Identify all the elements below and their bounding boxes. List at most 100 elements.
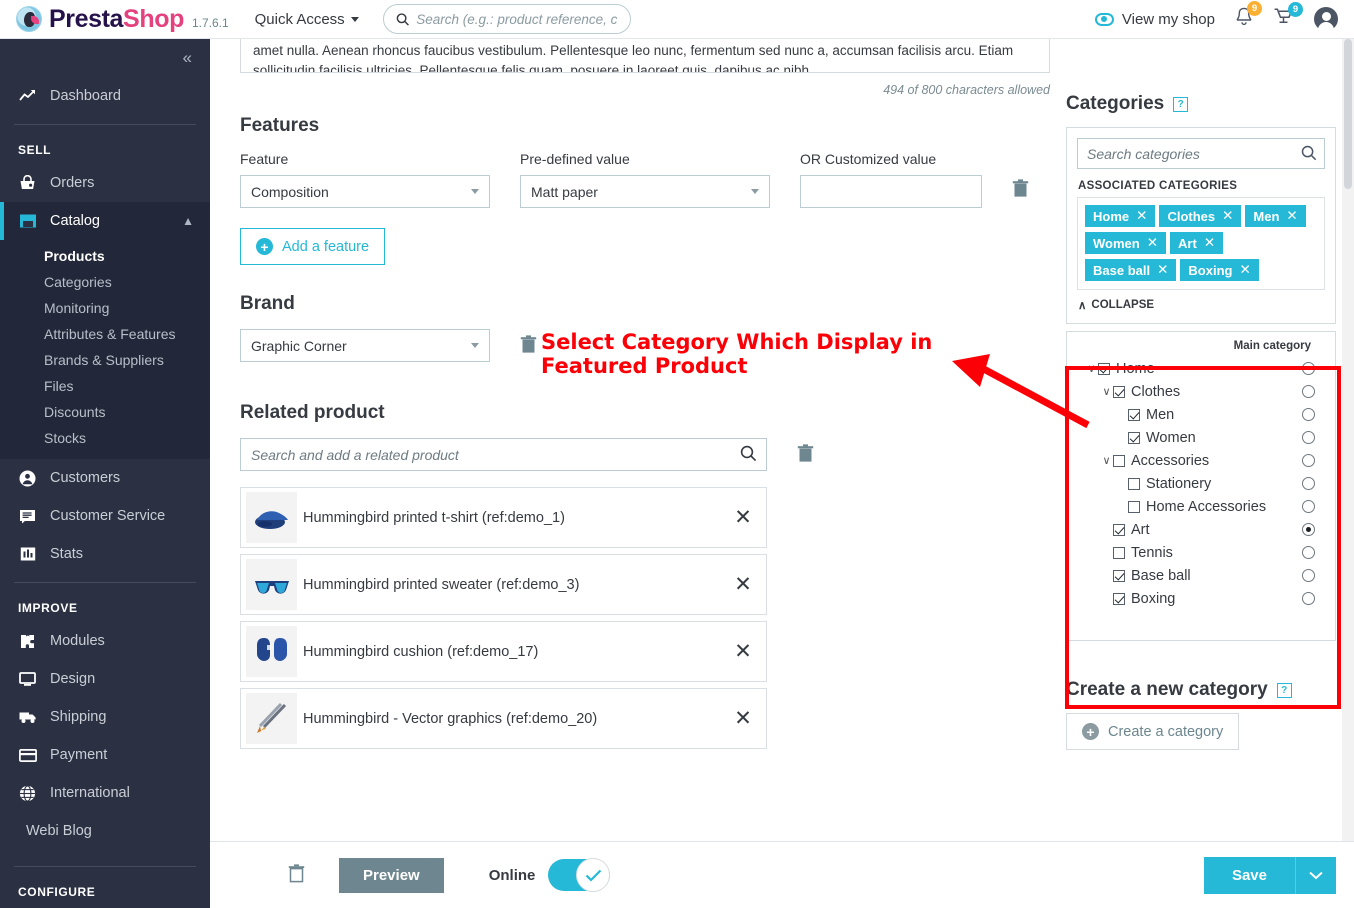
main-category-radio[interactable]: [1302, 362, 1315, 375]
customized-value-input[interactable]: [800, 175, 982, 208]
notifications-bell[interactable]: 9: [1234, 1, 1262, 32]
sidebar-item-files[interactable]: Files: [0, 373, 210, 399]
remove-tag-icon[interactable]: ✕: [1222, 208, 1233, 224]
category-checkbox[interactable]: [1113, 523, 1125, 536]
help-icon[interactable]: ?: [1173, 96, 1189, 112]
main-category-radio[interactable]: [1302, 592, 1315, 605]
cart-notifications[interactable]: 9: [1273, 1, 1303, 32]
help-icon[interactable]: ?: [1276, 682, 1292, 698]
delete-feature-button[interactable]: [1012, 179, 1032, 201]
main-category-radio[interactable]: [1302, 569, 1315, 582]
category-tree-row[interactable]: Base ball: [1067, 564, 1335, 587]
delete-related-products-button[interactable]: [797, 443, 817, 466]
sidebar-item-brands-suppliers[interactable]: Brands & Suppliers: [0, 347, 210, 373]
view-my-shop-link[interactable]: View my shop: [1094, 11, 1215, 28]
category-checkbox[interactable]: [1128, 500, 1140, 513]
sidebar-item-payment[interactable]: Payment: [0, 736, 210, 774]
sidebar-item-monitoring[interactable]: Monitoring: [0, 295, 210, 321]
remove-tag-icon[interactable]: ✕: [1157, 262, 1168, 278]
category-checkbox[interactable]: [1128, 477, 1140, 490]
category-checkbox[interactable]: [1113, 569, 1125, 582]
remove-tag-icon[interactable]: ✕: [1204, 235, 1215, 251]
predefined-select[interactable]: Matt paper: [520, 175, 770, 208]
remove-related-product-button[interactable]: ✕: [720, 505, 766, 530]
related-product-row[interactable]: Hummingbird printed t-shirt (ref:demo_1)…: [240, 487, 767, 548]
related-product-row[interactable]: Hummingbird cushion (ref:demo_17) ✕: [240, 621, 767, 682]
sidebar-item-customer-service[interactable]: Customer Service: [0, 497, 210, 535]
related-product-row[interactable]: Hummingbird printed sweater (ref:demo_3)…: [240, 554, 767, 615]
sidebar-item-categories[interactable]: Categories: [0, 269, 210, 295]
sidebar-item-discounts[interactable]: Discounts: [0, 399, 210, 425]
save-dropdown-button[interactable]: [1295, 856, 1336, 894]
remove-tag-icon[interactable]: ✕: [1136, 208, 1147, 224]
sidebar-item-shipping[interactable]: Shipping: [0, 698, 210, 736]
sidebar-item-attributes-features[interactable]: Attributes & Features: [0, 321, 210, 347]
category-tag[interactable]: Base ball ✕: [1085, 259, 1177, 281]
search-input[interactable]: [416, 11, 618, 27]
description-textarea[interactable]: amet nulla. Aenean rhoncus faucibus vest…: [240, 39, 1050, 73]
category-tree-row[interactable]: Home Accessories: [1067, 495, 1335, 518]
save-button[interactable]: Save: [1203, 856, 1295, 894]
category-tag[interactable]: Home ✕: [1085, 205, 1156, 227]
remove-related-product-button[interactable]: ✕: [720, 572, 766, 597]
sidebar-item-stats[interactable]: Stats: [0, 535, 210, 573]
category-checkbox[interactable]: [1098, 362, 1110, 375]
remove-tag-icon[interactable]: ✕: [1239, 262, 1250, 278]
category-tag[interactable]: Art ✕: [1170, 232, 1224, 254]
tree-toggle-chevron-icon[interactable]: ∨: [1100, 454, 1113, 467]
category-tag[interactable]: Boxing ✕: [1180, 259, 1259, 281]
sidebar-item-stocks[interactable]: Stocks: [0, 425, 210, 451]
page-scrollbar[interactable]: [1342, 39, 1354, 908]
category-tag[interactable]: Clothes ✕: [1159, 205, 1242, 227]
create-category-button[interactable]: + Create a category: [1066, 713, 1240, 750]
category-tree-row[interactable]: Tennis: [1067, 541, 1335, 564]
main-category-radio[interactable]: [1302, 431, 1315, 444]
quick-access-menu[interactable]: Quick Access: [255, 11, 359, 28]
category-tree-row[interactable]: Boxing: [1067, 587, 1335, 610]
add-feature-button[interactable]: + Add a feature: [240, 228, 386, 265]
scrollbar-thumb[interactable]: [1344, 39, 1352, 189]
global-search[interactable]: [382, 4, 631, 34]
tree-toggle-chevron-icon[interactable]: ∨: [1100, 385, 1113, 398]
category-checkbox[interactable]: [1113, 546, 1125, 559]
main-category-radio[interactable]: [1302, 546, 1315, 559]
sidebar-item-modules[interactable]: Modules: [0, 622, 210, 660]
main-category-radio[interactable]: [1302, 500, 1315, 513]
collapse-categories-link[interactable]: ∧ COLLAPSE: [1078, 298, 1335, 312]
user-avatar-icon[interactable]: [1314, 7, 1338, 32]
sidebar-item-catalog[interactable]: Catalog ▲: [0, 202, 210, 240]
category-tree-row[interactable]: ∨ Accessories: [1067, 449, 1335, 472]
main-category-radio[interactable]: [1302, 523, 1315, 536]
category-checkbox[interactable]: [1128, 431, 1140, 444]
prestashop-logo[interactable]: PrestaShop 1.7.6.1: [0, 5, 229, 34]
brand-select[interactable]: Graphic Corner: [240, 329, 490, 362]
category-tree-row[interactable]: Art: [1067, 518, 1335, 541]
category-checkbox[interactable]: [1113, 385, 1125, 398]
main-category-radio[interactable]: [1302, 477, 1315, 490]
category-search-input[interactable]: [1077, 138, 1325, 169]
remove-related-product-button[interactable]: ✕: [720, 706, 766, 731]
category-tag[interactable]: Women ✕: [1085, 232, 1167, 254]
sidebar-item-international[interactable]: International: [0, 774, 210, 812]
tree-toggle-chevron-icon[interactable]: ∨: [1085, 362, 1098, 375]
remove-tag-icon[interactable]: ✕: [1286, 208, 1297, 224]
main-category-radio[interactable]: [1302, 408, 1315, 421]
sidebar-item-webi-blog[interactable]: Webi Blog: [0, 812, 210, 850]
delete-product-button[interactable]: [288, 864, 308, 886]
related-product-row[interactable]: Hummingbird - Vector graphics (ref:demo_…: [240, 688, 767, 749]
feature-select[interactable]: Composition: [240, 175, 490, 208]
online-toggle[interactable]: [548, 858, 611, 892]
category-tree-row[interactable]: ∨ Home: [1067, 357, 1335, 380]
category-checkbox[interactable]: [1113, 592, 1125, 605]
collapse-sidebar-icon[interactable]: «: [183, 48, 193, 68]
sidebar-item-products[interactable]: Products: [0, 243, 210, 269]
category-tree-row[interactable]: Women: [1067, 426, 1335, 449]
related-product-search-input[interactable]: [240, 438, 767, 471]
main-category-radio[interactable]: [1302, 385, 1315, 398]
preview-button[interactable]: Preview: [339, 857, 444, 893]
sidebar-item-dashboard[interactable]: Dashboard: [0, 77, 210, 115]
category-tag[interactable]: Men ✕: [1245, 205, 1306, 227]
category-checkbox[interactable]: [1113, 454, 1125, 467]
main-category-radio[interactable]: [1302, 454, 1315, 467]
category-checkbox[interactable]: [1128, 408, 1140, 421]
